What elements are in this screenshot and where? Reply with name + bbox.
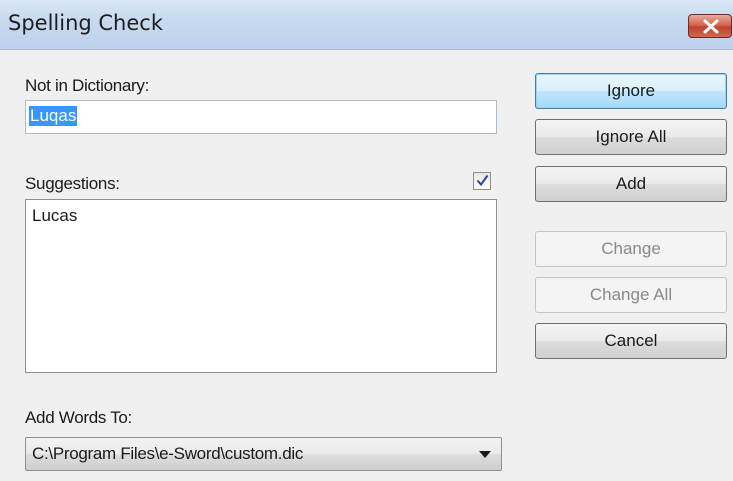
- change-all-button[interactable]: Change All: [535, 277, 727, 313]
- misspelled-word: Luqas: [29, 106, 78, 126]
- dropdown-arrow-icon: [479, 451, 491, 458]
- dictionary-file-value: C:\Program Files\e-Sword\custom.dic: [32, 444, 304, 463]
- ignore-all-button[interactable]: Ignore All: [535, 119, 727, 155]
- suggestions-label: Suggestions:: [25, 174, 120, 193]
- cancel-button[interactable]: Cancel: [535, 323, 727, 359]
- ignore-button[interactable]: Ignore: [535, 73, 727, 109]
- add-words-to-label: Add Words To:: [25, 408, 132, 427]
- not-in-dictionary-label: Not in Dictionary:: [25, 76, 150, 95]
- not-in-dictionary-field[interactable]: Luqas: [25, 100, 497, 134]
- dictionary-file-dropdown[interactable]: C:\Program Files\e-Sword\custom.dic: [25, 437, 502, 471]
- suggestions-list[interactable]: Lucas: [25, 199, 497, 373]
- window-title: Spelling Check: [8, 11, 163, 35]
- suggestion-item[interactable]: Lucas: [32, 206, 77, 226]
- checkmark-icon: [476, 174, 489, 187]
- suggestions-checkbox[interactable]: [473, 172, 491, 190]
- add-button[interactable]: Add: [535, 166, 727, 202]
- close-icon: [703, 19, 719, 34]
- spelling-check-dialog: Spelling Check Not in Dictionary: Luqas …: [0, 0, 733, 481]
- change-button[interactable]: Change: [535, 231, 727, 267]
- title-bar[interactable]: Spelling Check: [0, 0, 733, 50]
- close-button[interactable]: [688, 14, 732, 38]
